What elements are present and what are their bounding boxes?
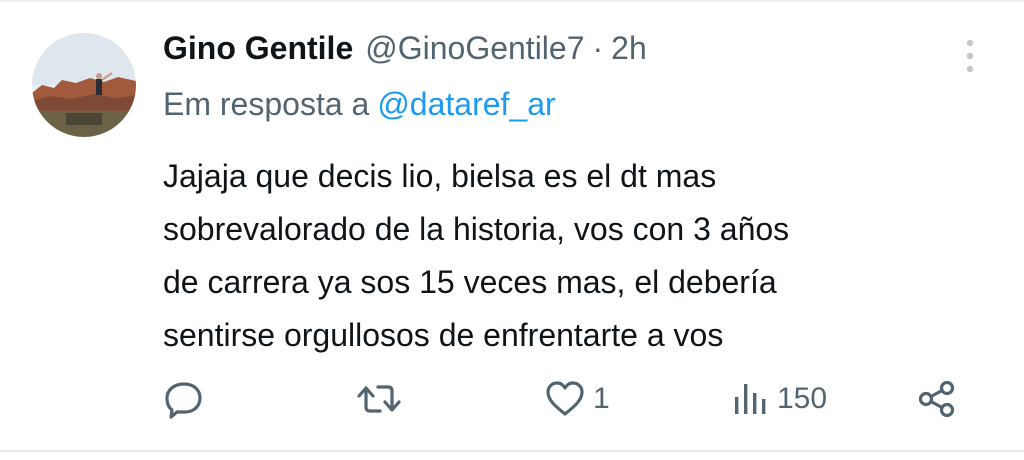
avatar-image	[32, 33, 136, 137]
top-divider	[0, 0, 1024, 2]
views-button[interactable]: 150	[731, 375, 827, 423]
views-icon	[735, 384, 766, 414]
reply-mention-link[interactable]: @dataref_ar	[377, 86, 555, 122]
share-icon	[918, 380, 955, 418]
retweet-button[interactable]	[355, 375, 403, 423]
views-count: 150	[777, 382, 828, 415]
more-options-icon[interactable]	[955, 36, 985, 76]
like-button[interactable]: 1	[543, 375, 610, 423]
reply-context: Em resposta a @dataref_ar	[163, 86, 556, 123]
tweet-text: Jajaja que decis lio, bielsa es el dt ma…	[163, 150, 983, 362]
timestamp[interactable]: 2h	[611, 30, 647, 67]
bottom-divider	[0, 450, 1024, 452]
reply-button[interactable]	[162, 375, 206, 423]
separator-dot: ·	[592, 30, 604, 66]
tweet-text-line: Jajaja que decis lio, bielsa es el dt ma…	[163, 158, 717, 194]
tweet-text-line: sentirse orgullosos de enfrentarte a vos	[163, 317, 724, 353]
heart-icon	[546, 381, 584, 416]
author-name[interactable]: Gino Gentile	[163, 30, 353, 67]
reply-icon	[165, 382, 202, 419]
author-handle[interactable]: @GinoGentile7	[365, 30, 584, 67]
avatar[interactable]	[32, 33, 136, 137]
tweet-header: Gino Gentile @GinoGentile7 · 2h	[163, 30, 647, 76]
action-bar: 1 150	[0, 375, 1024, 423]
reply-prefix: Em resposta a	[163, 86, 370, 122]
tweet-card[interactable]: Gino Gentile @GinoGentile7 · 2h Em respo…	[0, 0, 1024, 460]
tweet-text-line: de carrera ya sos 15 veces mas, el deber…	[163, 264, 777, 300]
retweet-icon	[357, 385, 401, 413]
share-button[interactable]	[915, 375, 959, 423]
tweet-text-line: sobrevalorado de la historia, vos con 3 …	[163, 211, 790, 247]
like-count: 1	[593, 382, 610, 415]
